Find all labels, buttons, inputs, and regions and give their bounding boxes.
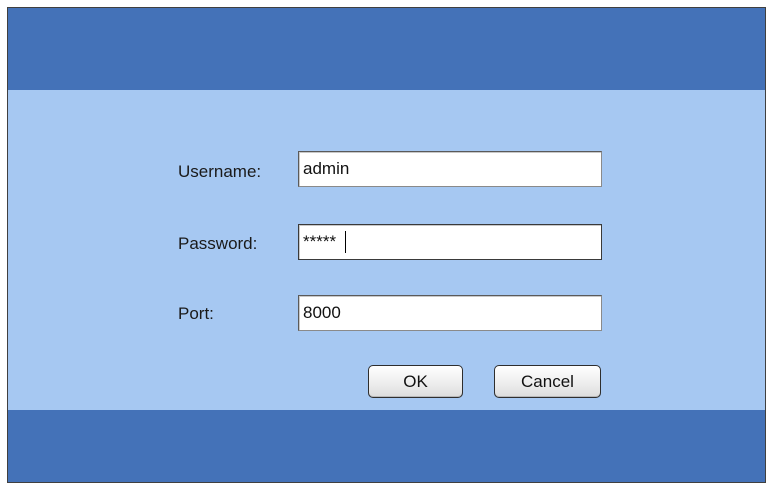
login-dialog: Username: Password: Port: OK Cancel: [7, 7, 766, 483]
password-input[interactable]: [298, 224, 602, 260]
password-label: Password:: [178, 234, 258, 253]
port-input[interactable]: [298, 295, 602, 331]
username-label: Username:: [178, 162, 262, 181]
footer-band: [8, 410, 765, 482]
port-label: Port:: [178, 304, 214, 323]
username-input[interactable]: [298, 151, 602, 187]
ok-button[interactable]: OK: [368, 365, 463, 398]
cancel-button[interactable]: Cancel: [494, 365, 601, 398]
text-caret: [345, 231, 346, 253]
header-band: [8, 8, 765, 90]
